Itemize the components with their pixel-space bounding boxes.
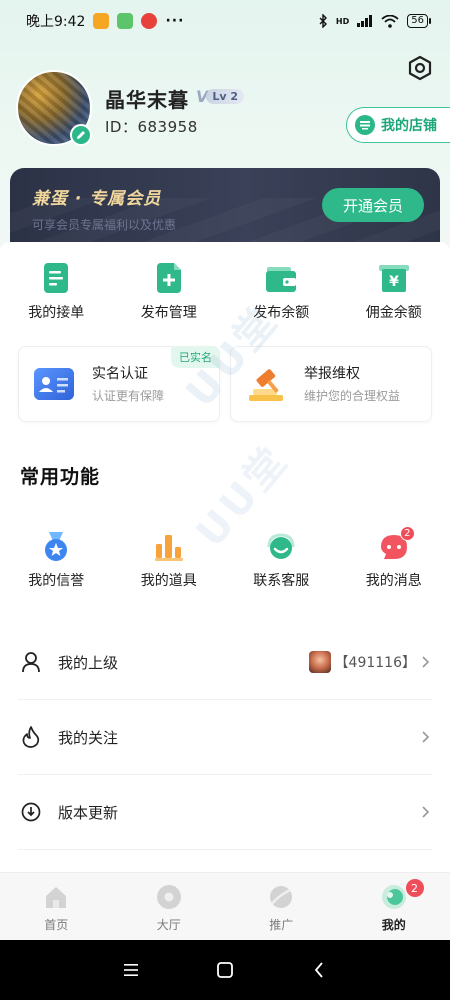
bar-chart-icon	[154, 532, 184, 562]
medal-icon	[41, 532, 71, 562]
edit-avatar-button[interactable]	[70, 124, 92, 146]
quick-action-label: 发布管理	[140, 305, 197, 321]
tab-home[interactable]: 首页	[0, 873, 113, 940]
list-item-label: 版本更新	[58, 803, 119, 822]
system-navigation-bar	[0, 940, 450, 1000]
wifi-icon	[381, 14, 399, 28]
vip-subtitle: 可享会员专属福利以及优惠	[32, 218, 177, 232]
store-icon	[355, 115, 375, 135]
chevron-right-icon	[420, 656, 432, 668]
function-label: 我的消息	[365, 573, 422, 589]
message-badge: 2	[399, 526, 415, 541]
function-label: 联系客服	[253, 573, 310, 589]
network-label: HD	[335, 16, 350, 26]
level-label: Lv 2	[206, 89, 245, 104]
report-subtitle: 维护您的合理权益	[304, 389, 401, 403]
settings-button[interactable]	[406, 54, 434, 82]
quick-action-label: 佣金余额	[365, 305, 422, 321]
settings-hexagon-icon	[408, 55, 432, 81]
vip-title: 兼蛋 · 专属会员	[32, 189, 162, 209]
my-store-button[interactable]: 我的店铺	[346, 107, 450, 143]
tab-promotion[interactable]: 推广	[225, 873, 338, 940]
wallet-icon	[265, 262, 297, 294]
flame-icon	[20, 726, 42, 748]
quick-action-my-orders[interactable]: 我的接单	[0, 262, 113, 322]
function-label: 我的道具	[140, 573, 197, 589]
compass-icon	[155, 883, 183, 911]
superior-id: 【491116】	[334, 655, 416, 671]
tab-label: 推广	[269, 918, 294, 932]
bluetooth-icon	[319, 14, 327, 28]
notes-app-icon	[93, 13, 110, 29]
level-badge: V Lv 2	[196, 87, 245, 106]
status-time: 晚上9:42	[26, 14, 86, 30]
realname-subtitle: 认证更有保障	[92, 389, 165, 403]
quick-action-commission-balance[interactable]: ¥ 佣金余额	[338, 262, 450, 322]
chevron-right-icon	[420, 731, 432, 743]
document-icon	[40, 262, 72, 294]
function-my-messages[interactable]: 2 我的消息	[338, 526, 450, 590]
tab-label: 大厅	[156, 918, 181, 932]
service-icon	[266, 532, 296, 562]
download-circle-icon	[20, 801, 42, 823]
quick-action-publish-management[interactable]: 发布管理	[113, 262, 226, 322]
username: 晶华末暮	[105, 88, 189, 112]
chevron-right-icon	[420, 806, 432, 818]
back-arrow-icon	[314, 962, 323, 978]
realname-title: 实名认证	[92, 366, 148, 382]
tab-label: 我的	[381, 918, 406, 932]
svg-text:¥: ¥	[389, 274, 399, 290]
tab-label: 首页	[44, 918, 69, 932]
add-document-icon	[153, 262, 185, 294]
back-button[interactable]	[307, 958, 331, 982]
list-item-label: 我的上级	[58, 653, 119, 672]
quick-action-label: 我的接单	[28, 305, 85, 321]
home-icon	[42, 883, 70, 911]
function-my-reputation[interactable]: 我的信誉	[0, 532, 113, 590]
download-app-icon	[117, 13, 134, 29]
bottom-tab-bar: 首页 大厅 推广 2 我的	[0, 872, 450, 940]
tab-mine[interactable]: 2 我的	[338, 873, 450, 940]
signal-icon	[357, 15, 373, 27]
home-button[interactable]	[213, 958, 237, 982]
function-label: 我的信誉	[28, 573, 85, 589]
report-title: 举报维权	[304, 366, 360, 382]
user-id: ID：683958	[105, 118, 198, 136]
battery-indicator: 56	[407, 14, 431, 28]
my-store-label: 我的店铺	[381, 118, 437, 134]
common-functions-title: 常用功能	[20, 466, 101, 488]
id-card-icon	[33, 367, 75, 403]
square-icon	[217, 962, 233, 978]
yuan-card-icon: ¥	[378, 262, 410, 294]
list-item-version-update[interactable]: 版本更新	[18, 775, 432, 850]
message-icon: 2	[379, 526, 415, 562]
mine-icon	[380, 883, 408, 911]
vip-banner[interactable]: 兼蛋 · 专属会员 可享会员专属福利以及优惠 开通会员	[10, 168, 440, 248]
video-app-icon	[141, 13, 158, 29]
mine-badge: 2	[405, 879, 424, 897]
recent-apps-button[interactable]	[119, 958, 143, 982]
list-item-label: 我的关注	[58, 728, 119, 747]
list-item-my-follows[interactable]: 我的关注	[18, 700, 432, 775]
tab-hall[interactable]: 大厅	[113, 873, 226, 940]
list-item-my-superior[interactable]: 我的上级 【491116】	[18, 625, 432, 700]
function-contact-service[interactable]: 联系客服	[225, 532, 338, 590]
pencil-icon	[77, 131, 85, 139]
open-vip-button[interactable]: 开通会员	[322, 188, 424, 222]
leaf-planet-icon	[267, 883, 295, 911]
person-icon	[20, 651, 42, 673]
superior-avatar	[308, 651, 331, 673]
status-bar: 晚上9:42 ··· HD 56	[0, 0, 450, 42]
more-notifications: ···	[165, 13, 185, 29]
menu-icon	[124, 964, 138, 976]
